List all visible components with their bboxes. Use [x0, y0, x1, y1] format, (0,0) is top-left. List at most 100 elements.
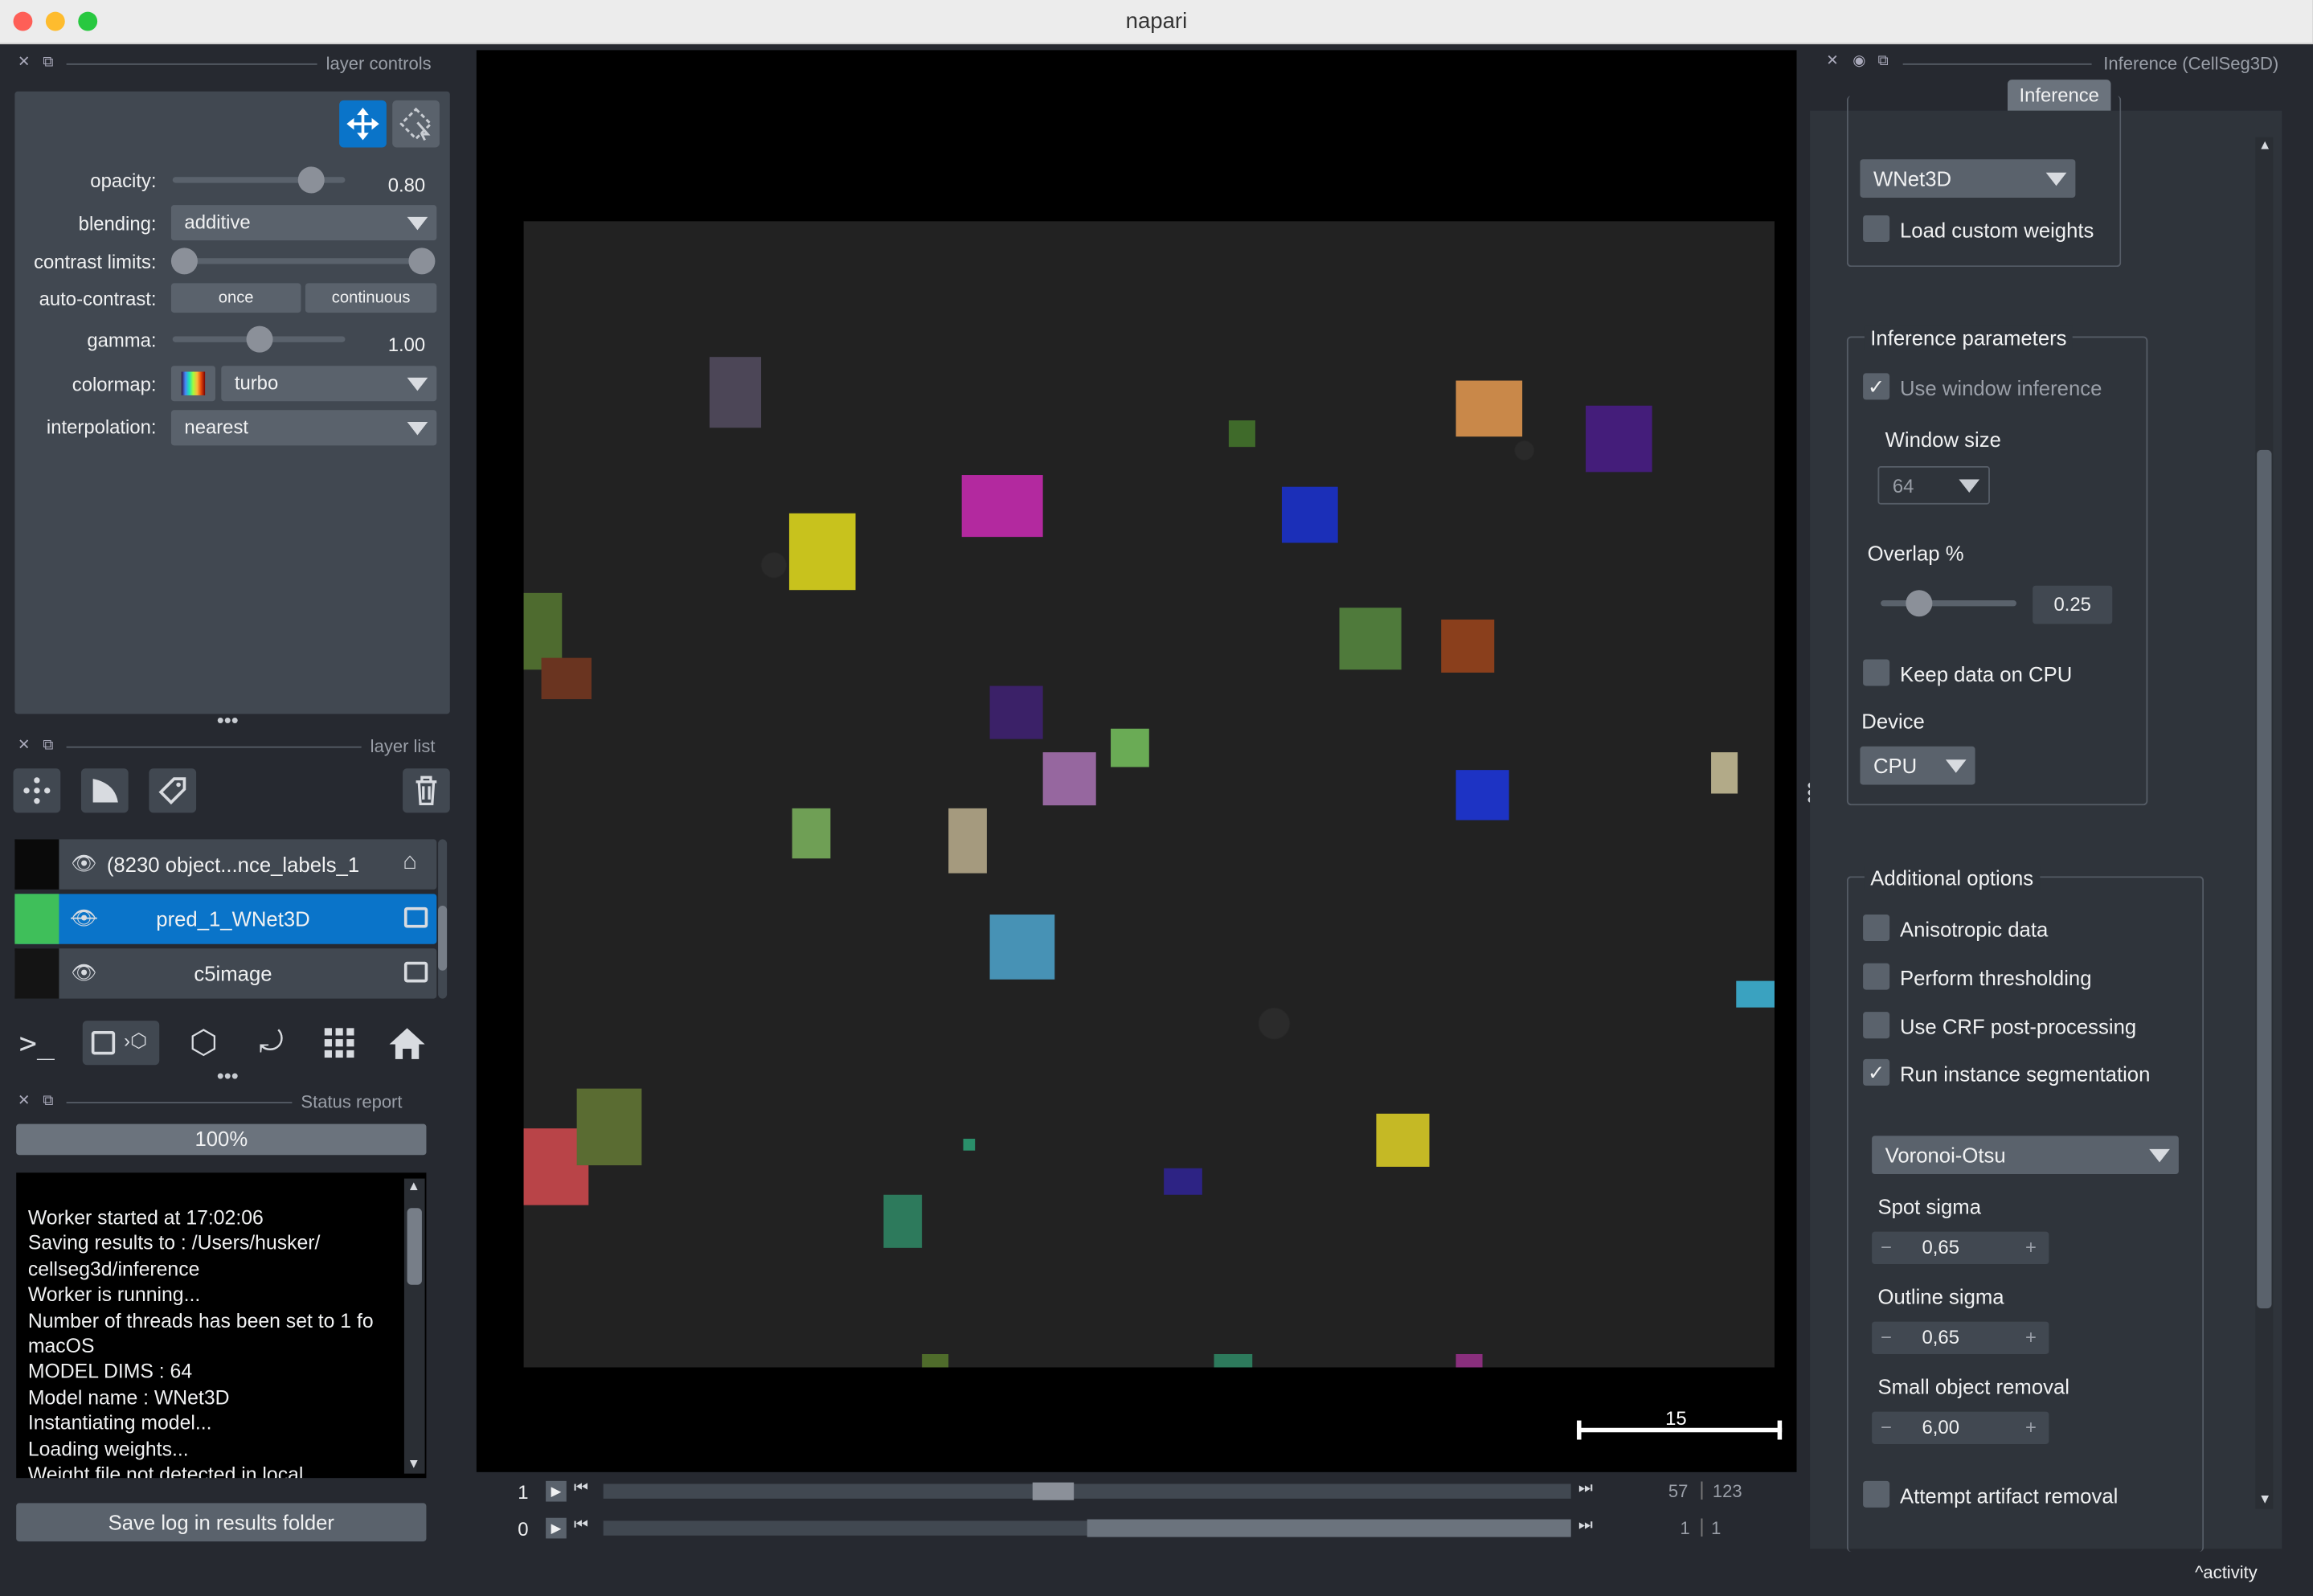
dims-slider-track[interactable]	[603, 1519, 1571, 1537]
scroll-down-icon[interactable]: ▼	[407, 1456, 420, 1471]
transpose-button[interactable]: ⤾	[248, 1021, 295, 1065]
outline-sigma-spinbox[interactable]: − 0,65 +	[1872, 1321, 2049, 1354]
interpolation-select[interactable]: nearest	[170, 410, 437, 446]
label-blob	[1441, 619, 1495, 673]
overlap-input[interactable]: 0.25	[2033, 585, 2113, 624]
play-icon[interactable]: ▶	[546, 1480, 567, 1502]
contrast-min-handle[interactable]	[170, 248, 198, 275]
undock-icon[interactable]: ⧉	[43, 738, 53, 754]
float-icon[interactable]: ◉	[1852, 53, 1865, 69]
layer-name: (8230 object...nce_labels_1	[106, 852, 360, 877]
pan-zoom-button[interactable]	[339, 100, 387, 148]
layer-list-scrollbar[interactable]	[438, 839, 448, 999]
float-icon[interactable]: ✕	[18, 738, 30, 754]
delete-layer-button[interactable]	[403, 768, 450, 813]
instance-seg-checkbox[interactable]: ✓	[1863, 1058, 1890, 1086]
scroll-up-icon[interactable]: ▲	[407, 1179, 420, 1193]
use-window-checkbox[interactable]: ✓	[1863, 373, 1890, 400]
plus-icon[interactable]: +	[2025, 1232, 2037, 1264]
inference-scrollbar[interactable]: ▲ ▼	[2255, 137, 2274, 1509]
anisotropic-checkbox[interactable]	[1863, 915, 1890, 942]
thresholding-checkbox[interactable]	[1863, 963, 1890, 990]
plus-icon[interactable]: +	[2025, 1322, 2037, 1354]
roll-dims-button[interactable]: ⬡	[180, 1021, 227, 1065]
scrollbar-thumb[interactable]	[2257, 449, 2272, 1309]
keep-cpu-checkbox[interactable]	[1863, 659, 1890, 686]
log-line: Worker started at 17:02:06	[27, 1206, 264, 1229]
device-select[interactable]: CPU	[1860, 746, 1975, 785]
step-back-icon[interactable]: ⏮	[574, 1516, 588, 1536]
current-frame: 57	[1668, 1480, 1689, 1502]
colormap-select[interactable]: turbo	[221, 366, 437, 402]
play-icon[interactable]: ▶	[546, 1517, 567, 1539]
dims-slider-track[interactable]	[603, 1482, 1571, 1500]
contrast-limits-label: contrast limits:	[34, 251, 157, 273]
dims-slider-handle[interactable]	[1032, 1482, 1075, 1500]
minus-icon[interactable]: −	[1881, 1322, 1892, 1354]
blending-select[interactable]: additive	[170, 205, 437, 241]
overlap-slider[interactable]	[1881, 600, 2016, 607]
gamma-slider-handle[interactable]	[245, 325, 272, 353]
minus-icon[interactable]: −	[1881, 1412, 1892, 1444]
undock-icon[interactable]: ⧉	[43, 55, 53, 71]
small-object-spinbox[interactable]: − 6,00 +	[1872, 1411, 2049, 1444]
points-icon	[23, 777, 51, 804]
spot-sigma-spinbox[interactable]: − 0,65 +	[1872, 1231, 2049, 1265]
contrast-limits-slider[interactable]	[179, 258, 428, 264]
step-forward-icon[interactable]: ⏭	[1578, 1479, 1593, 1499]
splitter-handle[interactable]: •••	[217, 708, 239, 731]
float-icon[interactable]: ✕	[18, 55, 30, 71]
artifact-removal-label: Attempt artifact removal	[1899, 1483, 2119, 1508]
crf-checkbox[interactable]	[1863, 1012, 1890, 1039]
close-dock-icon[interactable]: ✕	[1826, 53, 1838, 69]
auto-contrast-continuous-button[interactable]: continuous	[305, 283, 437, 313]
save-log-button[interactable]: Save log in results folder	[16, 1503, 427, 1542]
new-points-layer-button[interactable]	[13, 768, 61, 813]
minimize-window-button[interactable]	[45, 11, 65, 31]
ndisplay-toggle-button[interactable]: ›⬡	[82, 1021, 160, 1066]
new-labels-layer-button[interactable]	[149, 768, 197, 813]
scroll-up-icon[interactable]: ▲	[2258, 137, 2271, 152]
layer-row[interactable]: 👁 (8230 object...nce_labels_1 ⌂	[14, 839, 437, 890]
additional-options-title: Additional options	[1864, 866, 2040, 890]
close-window-button[interactable]	[13, 11, 33, 31]
label-blob	[1586, 405, 1652, 473]
log-scrollbar[interactable]: ▲ ▼	[403, 1178, 425, 1474]
plus-icon[interactable]: +	[2025, 1412, 2037, 1444]
minus-icon[interactable]: −	[1881, 1232, 1892, 1264]
new-shapes-layer-button[interactable]	[80, 768, 129, 813]
window-size-select[interactable]: 64	[1877, 466, 1990, 505]
maximize-window-button[interactable]	[78, 11, 98, 31]
dims-slider-handle[interactable]	[1087, 1519, 1571, 1537]
contrast-max-handle[interactable]	[408, 248, 436, 275]
layer-row-selected[interactable]: 👁 pred_1_WNet3D	[14, 894, 437, 944]
undock-icon[interactable]: ⧉	[43, 1093, 53, 1109]
label-blob	[1164, 1168, 1202, 1195]
grid-icon	[324, 1028, 354, 1058]
step-forward-icon[interactable]: ⏭	[1578, 1516, 1593, 1536]
step-back-icon[interactable]: ⏮	[574, 1479, 588, 1499]
undock-icon[interactable]: ⧉	[1877, 53, 1888, 69]
log-line: MODEL DIMS : 64	[27, 1361, 193, 1383]
log-output[interactable]: Worker started at 17:02:06 Saving results…	[16, 1172, 427, 1479]
scroll-down-icon[interactable]: ▼	[2258, 1492, 2271, 1506]
chevron-down-icon	[407, 216, 428, 231]
label-blob	[1339, 608, 1402, 670]
float-icon[interactable]: ✕	[18, 1093, 30, 1109]
auto-contrast-once-button[interactable]: once	[170, 283, 301, 313]
activity-toggle[interactable]: ^activity	[2195, 1562, 2258, 1583]
transform-button[interactable]	[392, 100, 440, 148]
opacity-slider-handle[interactable]	[297, 166, 325, 194]
console-button[interactable]: >_	[14, 1021, 61, 1065]
artifact-removal-checkbox[interactable]	[1863, 1480, 1890, 1508]
model-select[interactable]: WNet3D	[1860, 159, 2076, 198]
label-blob	[961, 475, 1043, 538]
splitter-handle[interactable]: •••	[217, 1063, 239, 1087]
reset-view-button[interactable]	[383, 1021, 431, 1065]
load-custom-weights-checkbox[interactable]	[1863, 215, 1890, 243]
layer-row[interactable]: 👁 c5image	[14, 948, 437, 999]
move-arrows-icon	[346, 107, 379, 141]
instance-method-select[interactable]: Voronoi-Otsu	[1872, 1136, 2179, 1175]
grid-view-button[interactable]	[316, 1021, 363, 1065]
overlap-slider-handle[interactable]	[1906, 590, 1933, 617]
